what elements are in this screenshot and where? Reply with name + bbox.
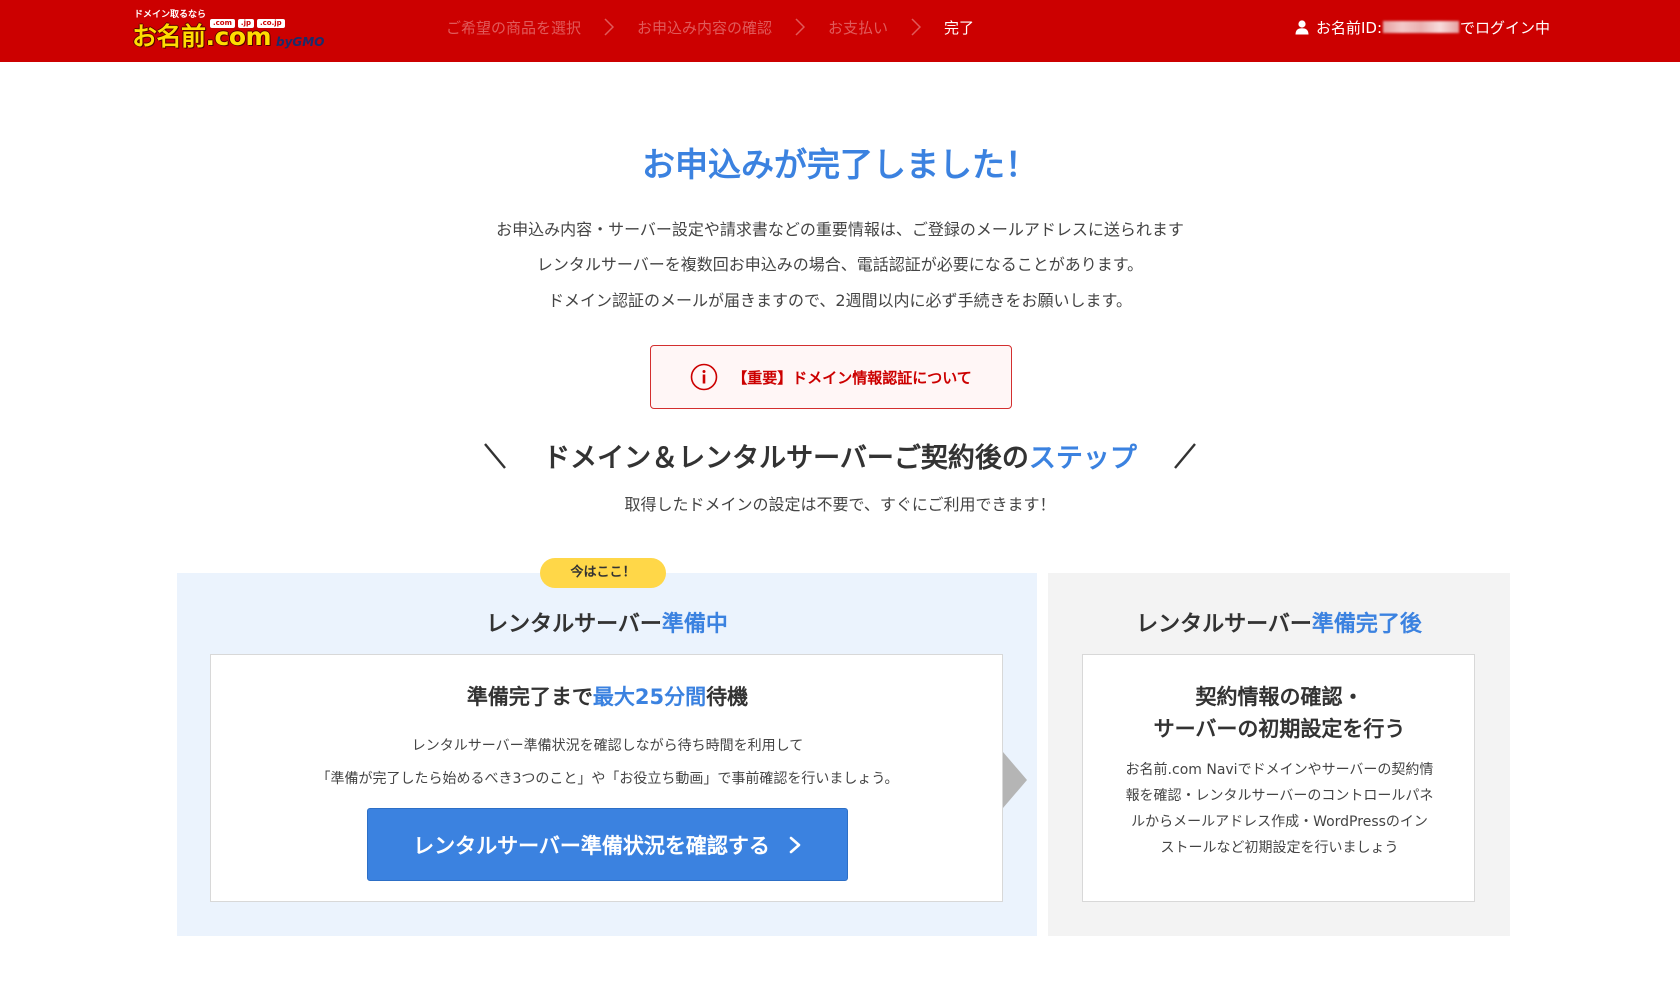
panel-after-ready-title-main: レンタルサーバー — [1136, 612, 1312, 637]
notice-label: 【重要】ドメイン情報認証について — [732, 368, 972, 387]
panel-preparing-title: レンタルサーバー準備中 — [177, 606, 1037, 638]
login-status: お名前ID: でログイン中 — [1294, 17, 1550, 37]
intro-line-3: ドメイン認証のメールが届きますので、2週間以内に必ず手続きをお願いします。 — [548, 291, 1132, 310]
next-step-arrow-icon — [1003, 752, 1027, 808]
steps-heading: ドメイン＆レンタルサーバーご契約後のステップ — [0, 436, 1680, 475]
important-domain-auth-link[interactable]: 【重要】ドメイン情報認証について — [650, 345, 1012, 409]
login-prefix: お名前ID: — [1316, 18, 1383, 37]
panel-after-ready-title-accent: 準備完了後 — [1311, 612, 1422, 637]
panel-after-ready-title: レンタルサーバー準備完了後 — [1048, 606, 1510, 638]
slash-decoration-icon — [1167, 441, 1203, 471]
checkout-steps: ご希望の商品を選択 お申込み内容の確認 お支払い 完了 — [446, 16, 974, 38]
steps-heading-main: ドメイン＆レンタルサーバーご契約後の — [543, 443, 1029, 474]
check-server-status-label: レンタルサーバー準備状況を確認する — [413, 833, 770, 858]
card-after-ready-title-1: 契約情報の確認・ — [1195, 685, 1364, 709]
card-after-ready-text-1: お名前.com Naviでドメインやサーバーの契約情 — [1125, 762, 1434, 778]
backslash-decoration-icon — [477, 441, 513, 471]
panel-preparing-title-accent: 準備中 — [661, 612, 728, 637]
card-after-ready-text-4: ストールなど初期設定を行いましょう — [1160, 840, 1399, 856]
chevron-right-icon — [581, 18, 637, 36]
step-confirm-order: お申込み内容の確認 — [637, 18, 773, 37]
step-complete: 完了 — [944, 18, 975, 37]
card-preparing-title-pre: 準備完了まで — [466, 685, 593, 709]
chevron-right-icon — [888, 18, 944, 36]
check-server-status-button[interactable]: レンタルサーバー準備状況を確認する — [367, 808, 848, 881]
user-icon — [1295, 20, 1309, 35]
page-title: お申込みが完了しました！ — [642, 145, 1038, 184]
info-circle-icon — [690, 363, 718, 391]
step-select-product: ご希望の商品を選択 — [446, 18, 582, 37]
card-preparing-text-2: 「準備が完了したら始めるべき3つのこと」や「お役立ち動画」で事前確認を行いましょ… — [316, 771, 899, 787]
logo-name: お名前.com — [132, 22, 272, 51]
intro-line-1: お申込み内容・サーバー設定や請求書などの重要情報は、ご登録のメールアドレスに送ら… — [496, 220, 1184, 239]
logo-tagline: ドメイン取るなら — [134, 10, 207, 20]
card-after-ready-title-2: サーバーの初期設定を行う — [1153, 717, 1406, 741]
steps-subtext: 取得したドメインの設定は不要で、すぐにご利用できます！ — [624, 495, 1056, 514]
panel-preparing-title-main: レンタルサーバー — [486, 612, 662, 637]
card-preparing-title-post: 待機 — [706, 685, 749, 709]
card-preparing-title: 準備完了まで最大25分間待機 — [211, 681, 1004, 711]
card-after-ready: 契約情報の確認・ サーバーの初期設定を行う お名前.com Naviでドメインや… — [1082, 654, 1475, 902]
chevron-right-icon — [789, 836, 801, 853]
header-bar: ドメイン取るなら .com .jp .co.jp お名前.com byGMO ご… — [0, 0, 1680, 62]
card-preparing-title-accent: 最大25分間 — [592, 685, 707, 709]
card-after-ready-text-3: ルからメールアドレス作成・WordPressのイン — [1131, 814, 1428, 830]
card-preparing-text-1: レンタルサーバー準備状況を確認しながら待ち時間を利用して — [411, 738, 804, 754]
current-step-badge: 今はここ！ — [540, 558, 666, 588]
login-suffix: でログイン中 — [1460, 18, 1551, 37]
steps-heading-accent: ステップ — [1028, 443, 1137, 474]
card-after-ready-text-2: 報を確認・レンタルサーバーのコントロールパネ — [1125, 788, 1434, 804]
logo-gmo: byGMO — [276, 35, 325, 49]
card-preparing: 準備完了まで最大25分間待機 レンタルサーバー準備状況を確認しながら待ち時間を利… — [210, 654, 1003, 902]
onamae-logo[interactable]: ドメイン取るなら .com .jp .co.jp お名前.com byGMO — [132, 7, 342, 53]
masked-user-id — [1383, 21, 1460, 33]
intro-line-2: レンタルサーバーを複数回お申込みの場合、電話認証が必要になることがあります。 — [536, 255, 1144, 274]
step-payment: お支払い — [828, 18, 889, 37]
chevron-right-icon — [772, 18, 828, 36]
steps-heading-text: ドメイン＆レンタルサーバーご契約後のステップ — [543, 436, 1137, 475]
